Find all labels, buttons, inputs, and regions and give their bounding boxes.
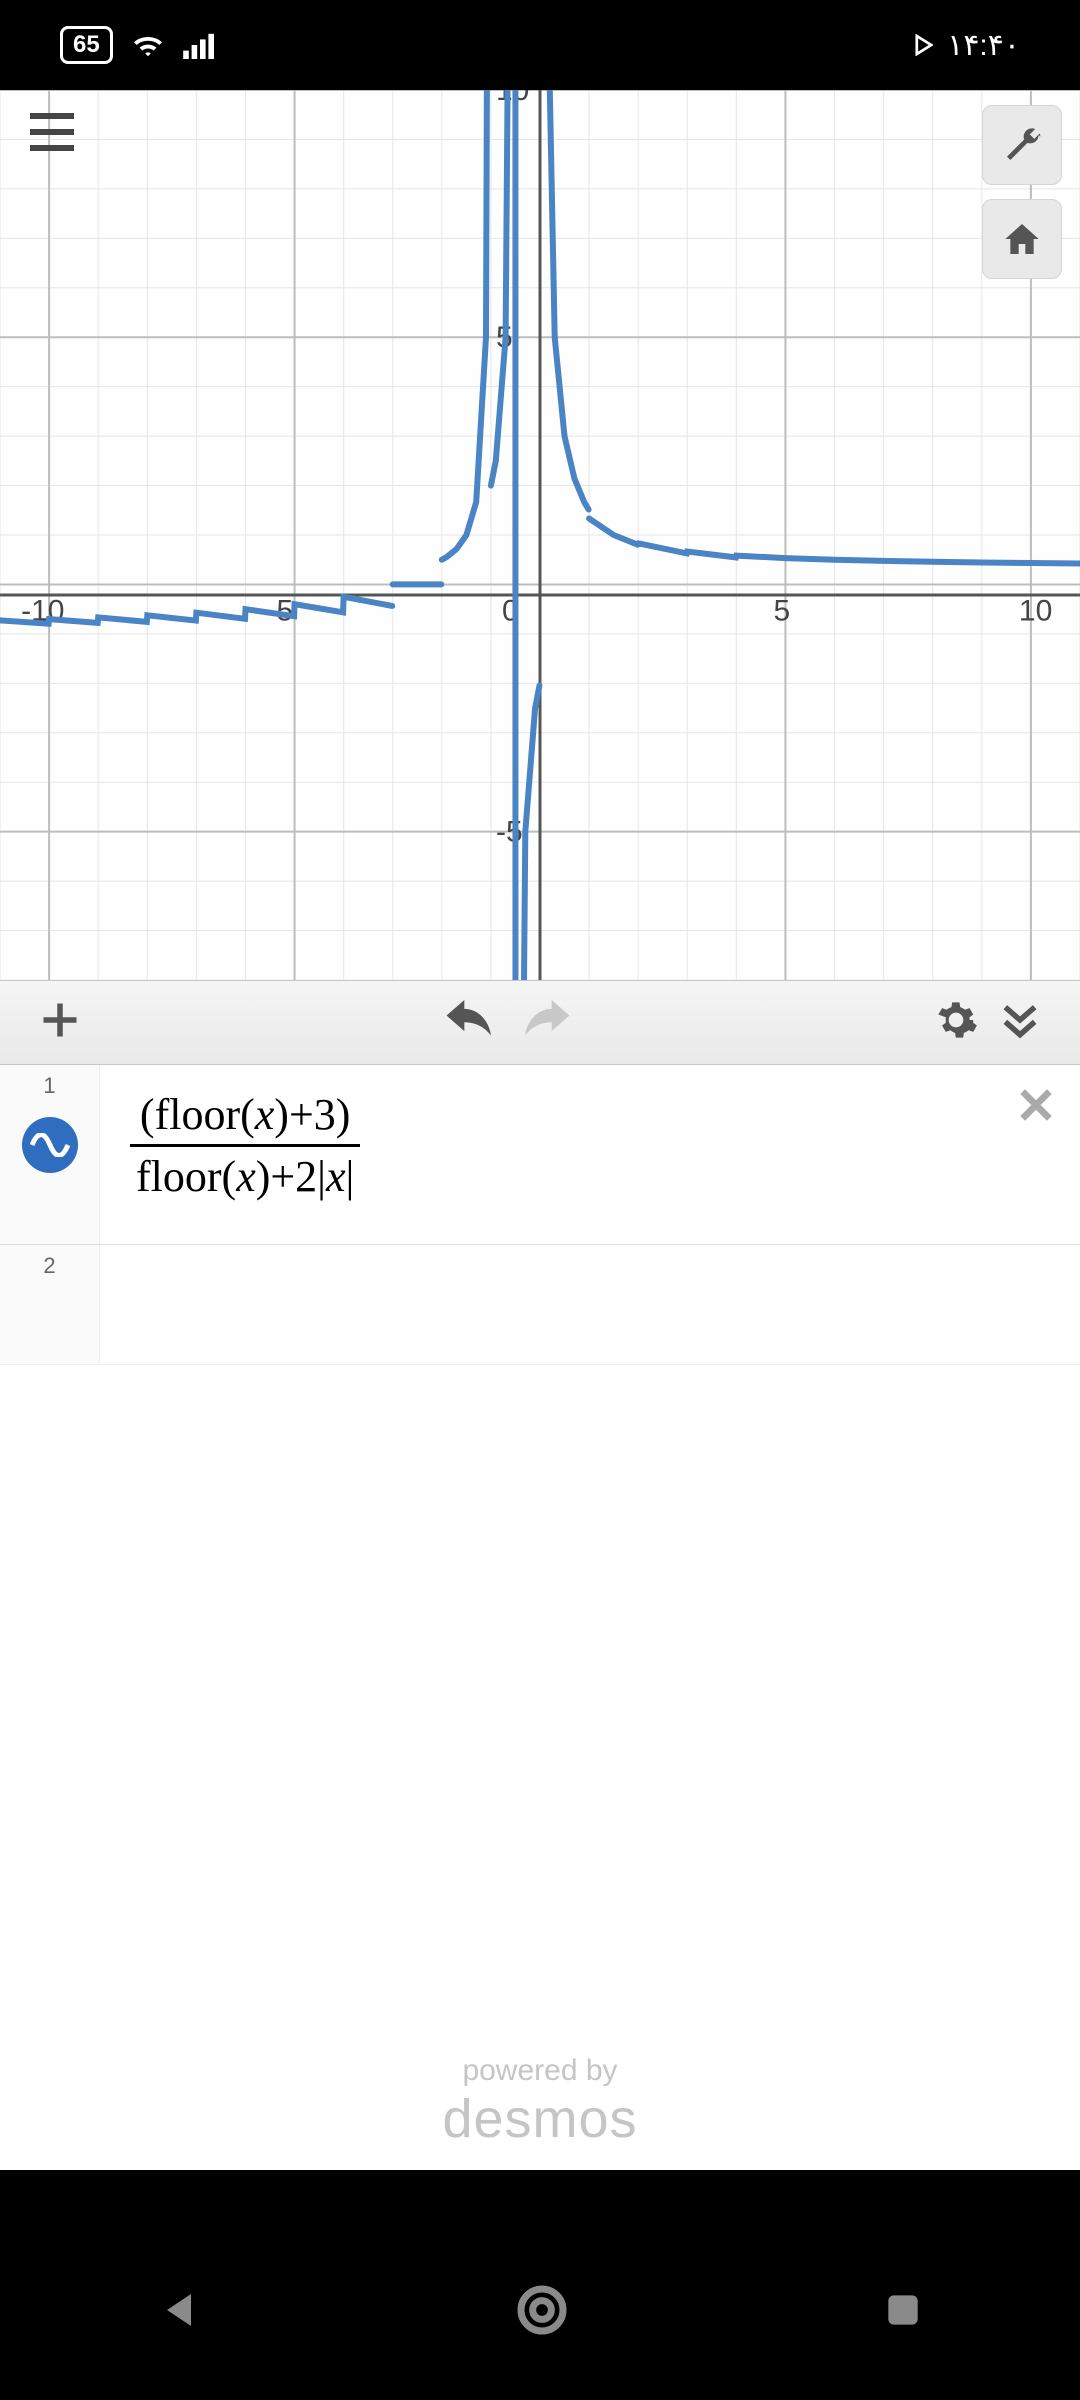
expr-den-prefix: floor( <box>136 1152 236 1201</box>
expression-formula[interactable]: (floor(x)+3) floor(x)+2|x| <box>100 1065 1080 1244</box>
nav-home-button[interactable] <box>514 2282 570 2338</box>
square-recent-icon <box>881 2288 925 2332</box>
wrench-icon <box>1002 125 1042 165</box>
clock: ۱۴:۴۰ <box>947 28 1020 63</box>
expr-num-suffix: )+3) <box>274 1090 350 1139</box>
expr-den-suffix: | <box>346 1152 355 1201</box>
undo-icon <box>444 1000 498 1040</box>
menu-button[interactable] <box>28 112 76 157</box>
expression-index: 1 <box>43 1073 55 1099</box>
triangle-back-icon <box>155 2286 203 2334</box>
chevrons-down-icon <box>998 998 1042 1042</box>
play-icon <box>915 34 933 56</box>
home-icon <box>1002 219 1042 259</box>
home-button[interactable] <box>982 199 1062 279</box>
undo-button[interactable] <box>434 990 508 1055</box>
status-right: ۱۴:۴۰ <box>915 28 1020 63</box>
gear-icon <box>934 998 978 1042</box>
expression-color-swatch[interactable] <box>22 1117 78 1173</box>
circle-home-icon <box>514 2282 570 2338</box>
expression-gutter: 1 <box>0 1065 100 1244</box>
expr-num-prefix: (floor( <box>140 1090 255 1139</box>
powered-by: powered by desmos <box>0 2054 1080 2150</box>
status-left: 65 <box>60 26 217 64</box>
expr-den-mid: )+2| <box>256 1152 326 1201</box>
delete-expression-button[interactable] <box>1016 1085 1056 1130</box>
expr-den-var: x <box>236 1152 256 1201</box>
collapse-list-button[interactable] <box>988 988 1052 1057</box>
expression-list: 1 (floor(x)+3) floor(x)+2|x| 2 <box>0 1065 1080 2055</box>
expression-gutter: 2 <box>0 1245 100 1364</box>
plus-icon <box>38 998 82 1042</box>
wifi-icon <box>131 31 165 59</box>
powered-by-brand: desmos <box>0 2088 1080 2150</box>
expression-formula[interactable] <box>100 1245 1080 1364</box>
wrench-button[interactable] <box>982 105 1062 185</box>
expression-toolbar <box>0 980 1080 1065</box>
add-expression-button[interactable] <box>28 988 92 1057</box>
graph-settings-button[interactable] <box>924 988 988 1057</box>
redo-icon <box>518 1000 572 1040</box>
svg-text:5: 5 <box>773 594 790 627</box>
status-bar: 65 ۱۴:۴۰ <box>0 0 1080 90</box>
bottom-gap <box>0 2170 1080 2220</box>
svg-text:-5: -5 <box>496 816 523 849</box>
graph-viewport[interactable]: -10-50510-5510 <box>0 90 1080 980</box>
battery-indicator: 65 <box>60 26 113 64</box>
nav-back-button[interactable] <box>155 2286 203 2334</box>
expression-row[interactable]: 1 (floor(x)+3) floor(x)+2|x| <box>0 1065 1080 1245</box>
expression-row[interactable]: 2 <box>0 1245 1080 1365</box>
redo-button[interactable] <box>508 990 582 1055</box>
wave-icon <box>30 1133 70 1157</box>
signal-icon <box>183 31 217 59</box>
expr-num-var: x <box>255 1090 275 1139</box>
android-nav-bar <box>0 2220 1080 2400</box>
expression-index: 2 <box>43 1253 55 1279</box>
nav-recent-button[interactable] <box>881 2288 925 2332</box>
expr-den-var2: x <box>326 1152 346 1201</box>
close-icon <box>1016 1085 1056 1125</box>
powered-by-small: powered by <box>0 2054 1080 2088</box>
svg-text:10: 10 <box>1019 594 1052 627</box>
